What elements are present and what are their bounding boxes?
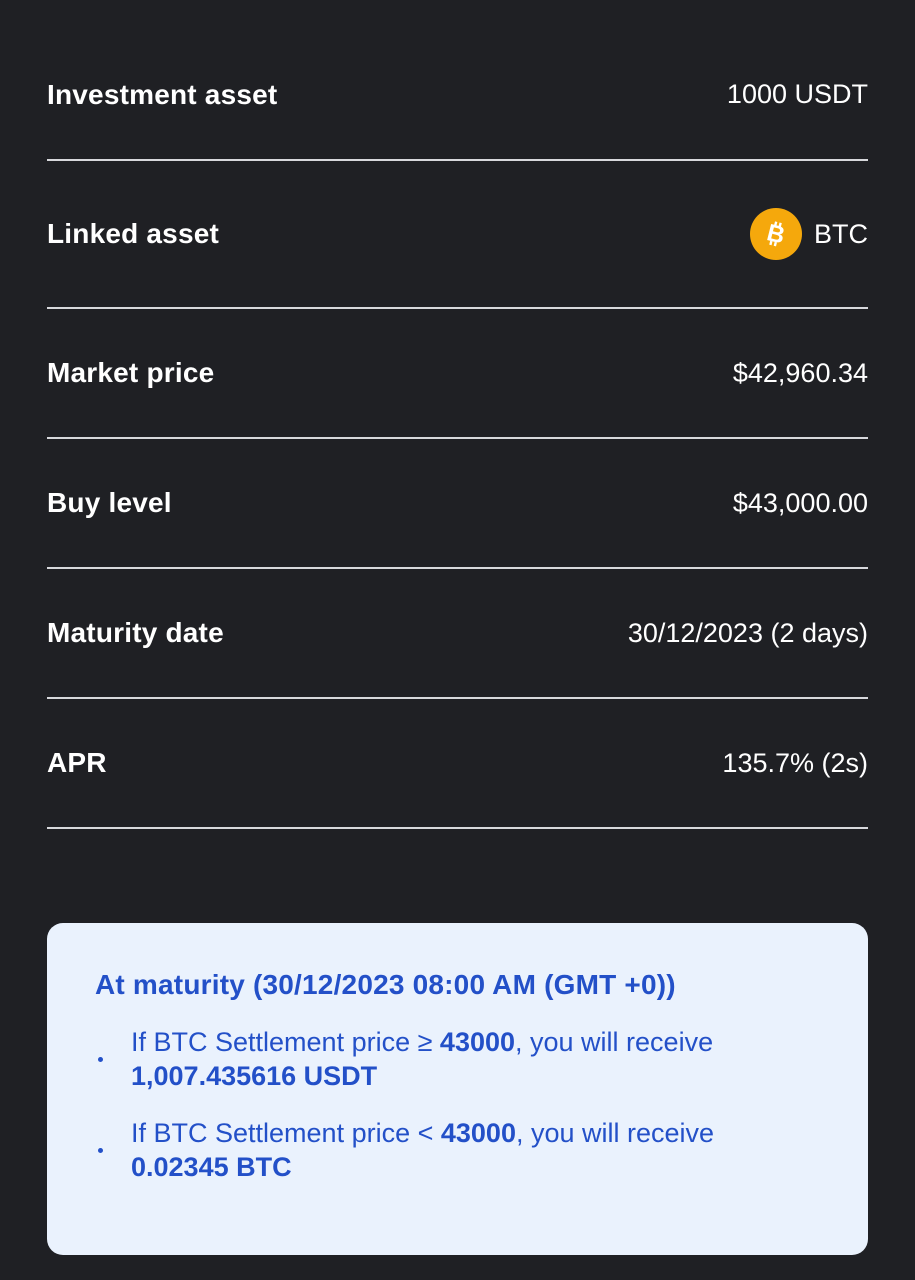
linked-asset-row: Linked asset B BTC bbox=[47, 161, 868, 309]
bullet-dot-icon bbox=[98, 1148, 103, 1153]
outcome-receive-text: , you will receive bbox=[515, 1118, 715, 1148]
market-price-value: $42,960.34 bbox=[732, 357, 868, 388]
investment-asset-value: 1000 USDT bbox=[726, 79, 868, 109]
outcome-receive-text: , you will receive bbox=[515, 1027, 714, 1057]
linked-asset-value-group: B BTC bbox=[750, 208, 868, 260]
maturity-date-value: 30/12/2023 (2 days) bbox=[627, 617, 868, 648]
apr-label: APR bbox=[47, 747, 107, 778]
buy-level-row: Buy level $43,000.00 bbox=[47, 439, 868, 569]
order-details: Investment asset 1000 USDT Linked asset … bbox=[47, 30, 868, 829]
outcome-price: 43000 bbox=[439, 1027, 516, 1057]
linked-asset-label: Linked asset bbox=[47, 218, 220, 249]
investment-asset-row: Investment asset 1000 USDT bbox=[47, 30, 868, 161]
maturity-date-label: Maturity date bbox=[47, 617, 224, 648]
outcome-below-buy-level: If BTC Settlement price < 43000, you wil… bbox=[95, 1116, 822, 1184]
apr-row: APR 135.7% (2s) bbox=[47, 699, 868, 829]
bitcoin-icon: B bbox=[750, 208, 802, 260]
market-price-label: Market price bbox=[47, 357, 215, 388]
outcome-condition-text: If BTC Settlement price < bbox=[131, 1118, 441, 1148]
buy-level-value: $43,000.00 bbox=[732, 487, 868, 518]
maturity-outcomes-list: If BTC Settlement price ≥ 43000, you wil… bbox=[95, 1025, 822, 1184]
buy-level-label: Buy level bbox=[47, 487, 172, 518]
outcome-above-buy-level: If BTC Settlement price ≥ 43000, you wil… bbox=[95, 1025, 822, 1093]
outcome-amount: 1,007.435616 USDT bbox=[131, 1061, 378, 1091]
maturity-date-row: Maturity date 30/12/2023 (2 days) bbox=[47, 569, 868, 699]
apr-value: 135.7% (2s) bbox=[722, 747, 868, 778]
maturity-info-card: At maturity (30/12/2023 08:00 AM (GMT +0… bbox=[47, 923, 868, 1255]
linked-asset-value: BTC bbox=[814, 218, 868, 249]
market-price-row: Market price $42,960.34 bbox=[47, 309, 868, 439]
outcome-price: 43000 bbox=[440, 1118, 516, 1148]
outcome-condition-text: If BTC Settlement price ≥ bbox=[131, 1027, 440, 1057]
bullet-dot-icon bbox=[98, 1057, 103, 1062]
outcome-amount: 0.02345 BTC bbox=[131, 1152, 292, 1182]
maturity-info-title: At maturity (30/12/2023 08:00 AM (GMT +0… bbox=[95, 969, 676, 1000]
investment-asset-label: Investment asset bbox=[47, 78, 278, 110]
